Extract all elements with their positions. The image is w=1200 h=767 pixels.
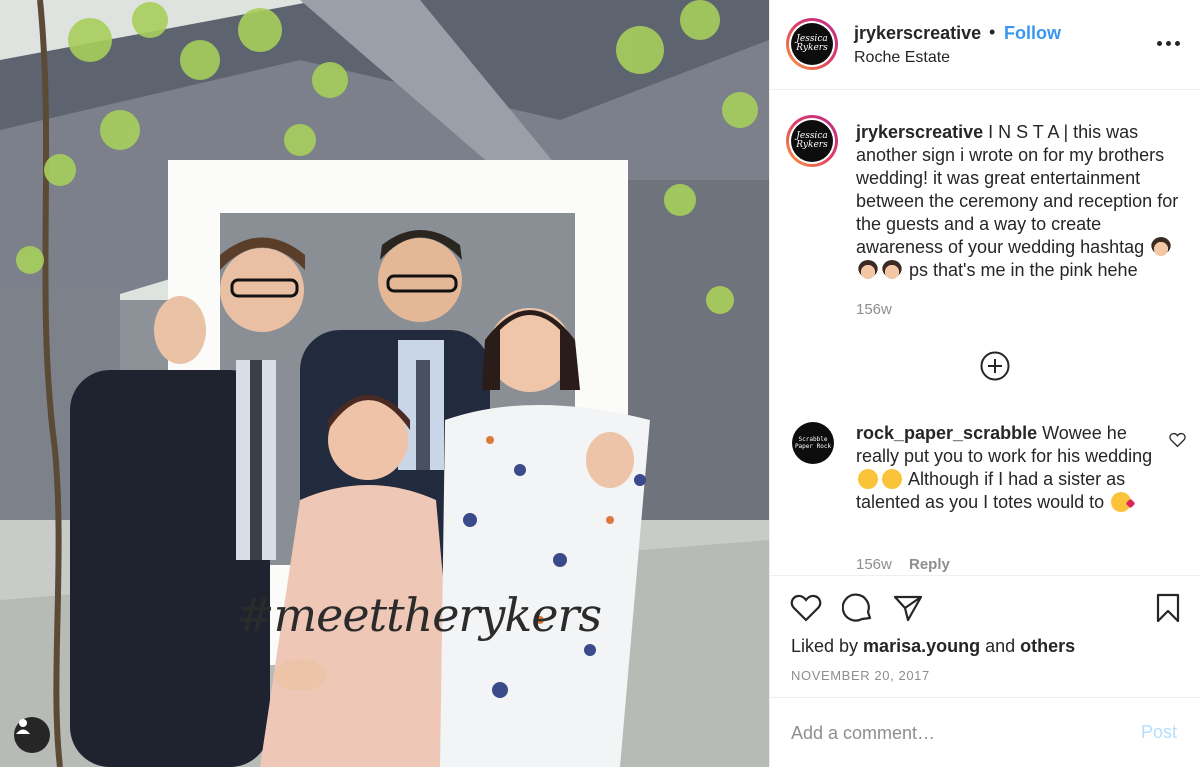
post-location[interactable]: Roche Estate	[854, 49, 950, 67]
caption-username[interactable]: jrykerscreative	[856, 122, 983, 142]
liked-prefix: Liked by	[791, 636, 864, 656]
liked-others[interactable]: others	[1020, 636, 1075, 656]
author-username[interactable]: jrykerscreative	[854, 23, 981, 44]
kiss-emoji-icon	[1111, 492, 1132, 512]
liked-and: and	[980, 636, 1021, 656]
author-avatar[interactable]: Jessica Rykers	[786, 18, 838, 70]
plus-circle-icon[interactable]	[980, 351, 1010, 381]
woman-with-veil-emoji-icon	[882, 260, 902, 280]
post-side-panel: Jessica Rykers jrykerscreative • Follow …	[769, 0, 1200, 767]
tagged-users-button[interactable]	[14, 717, 50, 753]
commenter-username[interactable]: rock_paper_scrabble	[856, 423, 1037, 443]
comment-reply-button[interactable]: Reply	[909, 556, 950, 573]
post-actions: Liked by marisa.young and others NOVEMBE…	[770, 575, 1200, 697]
liked-by-text: Liked by marisa.young and others	[791, 636, 1075, 657]
caption-text-2: ps that's me in the pink hehe	[904, 260, 1138, 280]
follow-button[interactable]: Follow	[1004, 23, 1061, 44]
caption-avatar-logo: Jessica Rykers	[791, 120, 833, 162]
liked-by-user[interactable]: marisa.young	[863, 636, 980, 656]
caption-text-1: I N S T A | this was another sign i wrot…	[856, 122, 1179, 257]
heart-icon[interactable]	[790, 592, 822, 624]
comment-input[interactable]	[791, 718, 1121, 748]
comment-heart-icon[interactable]	[1169, 432, 1186, 448]
post-header: Jessica Rykers jrykerscreative • Follow …	[770, 0, 1200, 90]
photo-scene	[0, 0, 769, 767]
caption-timestamp[interactable]: 156w	[856, 301, 892, 318]
post-date[interactable]: NOVEMBER 20, 2017	[791, 668, 930, 683]
comment-bar: Post	[770, 697, 1200, 767]
post-comment-button[interactable]: Post	[1141, 722, 1177, 743]
frame-hashtag-text: #meettherykers	[236, 588, 602, 642]
person-icon	[16, 719, 30, 734]
author-avatar-logo: Jessica Rykers	[791, 23, 833, 65]
comment-timestamp[interactable]: 156w	[856, 556, 892, 573]
separator-dot: •	[989, 22, 996, 42]
bookmark-icon[interactable]	[1152, 592, 1184, 624]
more-options-icon[interactable]	[1153, 31, 1183, 55]
smirk-emoji-icon	[858, 469, 878, 489]
share-icon[interactable]	[892, 592, 924, 624]
comment-icon[interactable]	[842, 592, 874, 624]
woman-with-veil-emoji-icon	[1151, 237, 1172, 257]
post-caption: jrykerscreative I N S T A | this was ano…	[856, 121, 1188, 282]
woman-with-veil-emoji-icon	[858, 260, 878, 280]
post-photo[interactable]: #meettherykers	[0, 0, 769, 767]
commenter-avatar[interactable]: Scrabble Paper Rock	[792, 422, 834, 464]
comment-item: rock_paper_scrabble Wowee he really put …	[856, 422, 1156, 514]
smirk-emoji-icon	[882, 469, 902, 489]
caption-author-avatar[interactable]: Jessica Rykers	[786, 115, 838, 167]
